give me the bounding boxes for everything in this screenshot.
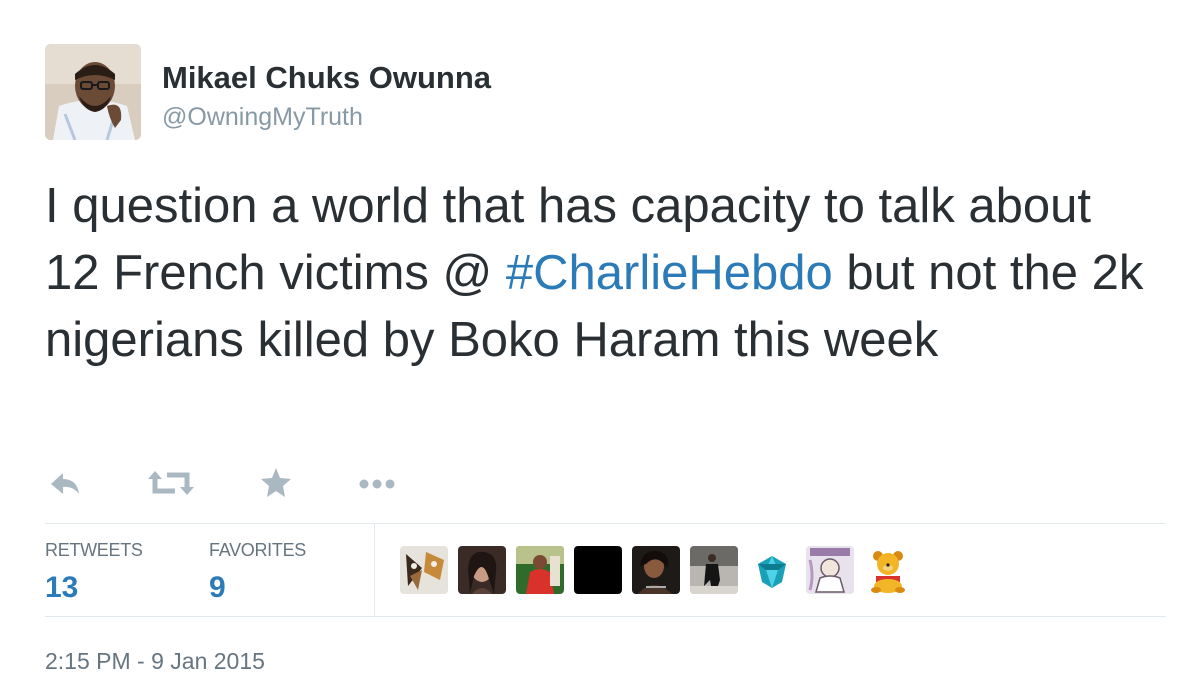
favoriter-avatar-image — [632, 546, 680, 594]
favoriter-avatar[interactable] — [690, 546, 738, 594]
favoriter-avatar-image — [690, 546, 738, 594]
favoriter-avatar-image — [458, 546, 506, 594]
author-avatar[interactable] — [45, 44, 141, 140]
tweet-timestamp[interactable]: 2:15 PM - 9 Jan 2015 — [45, 648, 265, 675]
favorites-label: FAVORITES — [209, 540, 306, 560]
hashtag-link[interactable]: #CharlieHebdo — [506, 246, 833, 300]
stats-bottom-divider — [45, 616, 1166, 617]
favoriter-avatar[interactable] — [458, 546, 506, 594]
favoriter-avatar-image — [516, 546, 564, 594]
retweet-icon — [148, 471, 194, 495]
retweets-stat[interactable]: RETWEETS 13 — [45, 540, 143, 605]
favoriter-avatar-image — [748, 546, 796, 594]
favoriter-avatar[interactable] — [516, 546, 564, 594]
favoriter-avatar[interactable] — [632, 546, 680, 594]
favoriter-avatar-image — [806, 546, 854, 594]
tweet-text: I question a world that has capacity to … — [45, 173, 1145, 374]
retweet-button[interactable] — [147, 464, 195, 502]
favoriter-avatar[interactable] — [806, 546, 854, 594]
favoriter-avatar-image — [574, 546, 622, 594]
reply-icon — [51, 473, 79, 494]
favoriter-avatar-image — [400, 546, 448, 594]
author-full-name[interactable]: Mikael Chuks Owunna — [162, 60, 491, 96]
author-username[interactable]: @OwningMyTruth — [162, 103, 363, 132]
favorites-stat[interactable]: FAVORITES 9 — [209, 540, 306, 605]
reply-button[interactable] — [47, 464, 83, 502]
more-button[interactable] — [357, 464, 399, 502]
favoriter-avatar[interactable] — [400, 546, 448, 594]
stats-top-divider — [45, 523, 1166, 524]
retweets-count[interactable]: 13 — [45, 571, 143, 605]
favoriter-avatar-image — [864, 546, 912, 594]
retweets-label: RETWEETS — [45, 540, 143, 560]
favorite-star-icon — [261, 468, 291, 497]
stats-vertical-divider — [374, 524, 375, 616]
favorites-count[interactable]: 9 — [209, 571, 306, 605]
favoriter-avatar[interactable] — [748, 546, 796, 594]
favorite-button[interactable] — [259, 464, 293, 502]
more-dots-icon — [359, 479, 395, 489]
favoriter-avatar[interactable] — [574, 546, 622, 594]
favoriter-avatar[interactable] — [864, 546, 912, 594]
author-avatar-image — [45, 44, 141, 140]
